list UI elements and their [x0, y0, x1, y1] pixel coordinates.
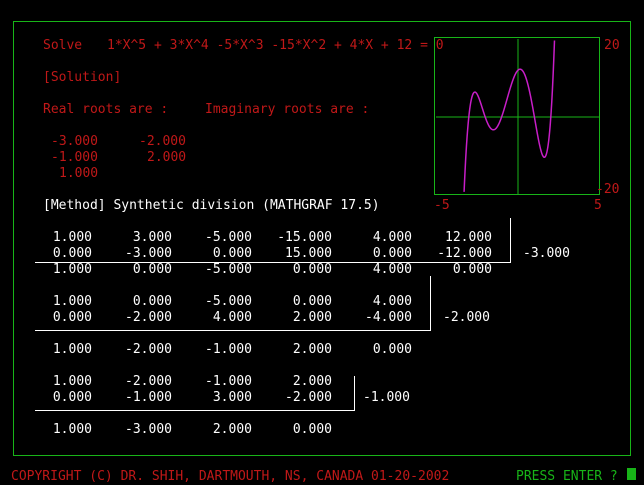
- division-cell: -3.000: [125, 422, 172, 437]
- solution-label: [Solution]: [43, 70, 122, 85]
- division-cell: 2.000: [292, 374, 332, 389]
- step1-divisor: -3.000: [523, 246, 570, 261]
- text-cursor: [627, 468, 636, 480]
- press-enter-prompt[interactable]: PRESS ENTER ?: [516, 469, 618, 485]
- division-cell: 4.000: [372, 262, 412, 277]
- function-plot: [434, 37, 600, 195]
- division-cell: 1.000: [52, 294, 92, 309]
- division-cell: 0.000: [292, 422, 332, 437]
- division-cell: 4.000: [212, 310, 252, 325]
- division-cell: 0.000: [212, 246, 252, 261]
- step1-divider: [510, 218, 511, 263]
- division-cell: -1.000: [205, 374, 252, 389]
- division-cell: 4.000: [372, 230, 412, 245]
- division-cell: 3.000: [212, 390, 252, 405]
- imag-roots-label: Imaginary roots are :: [205, 102, 370, 117]
- division-cell: -2.000: [285, 390, 332, 405]
- division-cell: 15.000: [285, 246, 332, 261]
- plot-x-min-label: -5: [434, 198, 450, 213]
- step2-divisor: -2.000: [443, 310, 490, 325]
- method-label: [Method] Synthetic division (MATHGRAF 17…: [43, 198, 380, 213]
- division-cell: 0.000: [52, 246, 92, 261]
- division-cell: 1.000: [52, 374, 92, 389]
- division-cell: 0.000: [372, 342, 412, 357]
- step1-underline: [35, 262, 511, 263]
- division-cell: -15.000: [277, 230, 332, 245]
- plot-svg: [436, 39, 600, 195]
- division-cell: -5.000: [205, 230, 252, 245]
- real-root: -1.000: [51, 150, 98, 165]
- division-cell: 0.000: [292, 294, 332, 309]
- step2-underline: [35, 330, 431, 331]
- step3-underline: [35, 410, 355, 411]
- polynomial-curve: [463, 40, 556, 192]
- division-cell: 1.000: [52, 422, 92, 437]
- division-cell: 1.000: [52, 342, 92, 357]
- plot-y-max-label: 20: [604, 38, 620, 53]
- real-root: 1.000: [59, 166, 99, 181]
- division-cell: -2.000: [125, 342, 172, 357]
- division-cell: -1.000: [205, 342, 252, 357]
- division-cell: 0.000: [132, 294, 172, 309]
- step3-divider: [354, 376, 355, 411]
- division-cell: 1.000: [52, 262, 92, 277]
- division-cell: 1.000: [52, 230, 92, 245]
- imag-root: -2.000: [139, 134, 186, 149]
- division-cell: -2.000: [125, 374, 172, 389]
- division-cell: -12.000: [437, 246, 492, 261]
- division-cell: 2.000: [212, 422, 252, 437]
- division-cell: 0.000: [132, 262, 172, 277]
- division-cell: 0.000: [292, 262, 332, 277]
- division-cell: -5.000: [205, 262, 252, 277]
- division-cell: 12.000: [445, 230, 492, 245]
- division-cell: -2.000: [125, 310, 172, 325]
- division-cell: 3.000: [132, 230, 172, 245]
- division-cell: 0.000: [372, 246, 412, 261]
- step2-divider: [430, 276, 431, 331]
- division-cell: 2.000: [292, 310, 332, 325]
- solve-label: Solve: [43, 38, 83, 53]
- plot-x-max-label: 5: [594, 198, 602, 213]
- copyright-text: COPYRIGHT (C) DR. SHIH, DARTMOUTH, NS, C…: [11, 469, 450, 484]
- step3-divisor: -1.000: [363, 390, 410, 405]
- plot-y-min-label: -20: [596, 182, 620, 197]
- division-cell: -3.000: [125, 246, 172, 261]
- real-roots-label: Real roots are :: [43, 102, 169, 117]
- imag-root: 2.000: [147, 150, 187, 165]
- real-root: -3.000: [51, 134, 98, 149]
- division-cell: 4.000: [372, 294, 412, 309]
- division-cell: -4.000: [365, 310, 412, 325]
- division-cell: -5.000: [205, 294, 252, 309]
- division-cell: 2.000: [292, 342, 332, 357]
- division-cell: 0.000: [52, 310, 92, 325]
- division-cell: 0.000: [52, 390, 92, 405]
- equation: 1*X^5 + 3*X^4 -5*X^3 -15*X^2 + 4*X + 12 …: [107, 38, 444, 53]
- division-cell: -1.000: [125, 390, 172, 405]
